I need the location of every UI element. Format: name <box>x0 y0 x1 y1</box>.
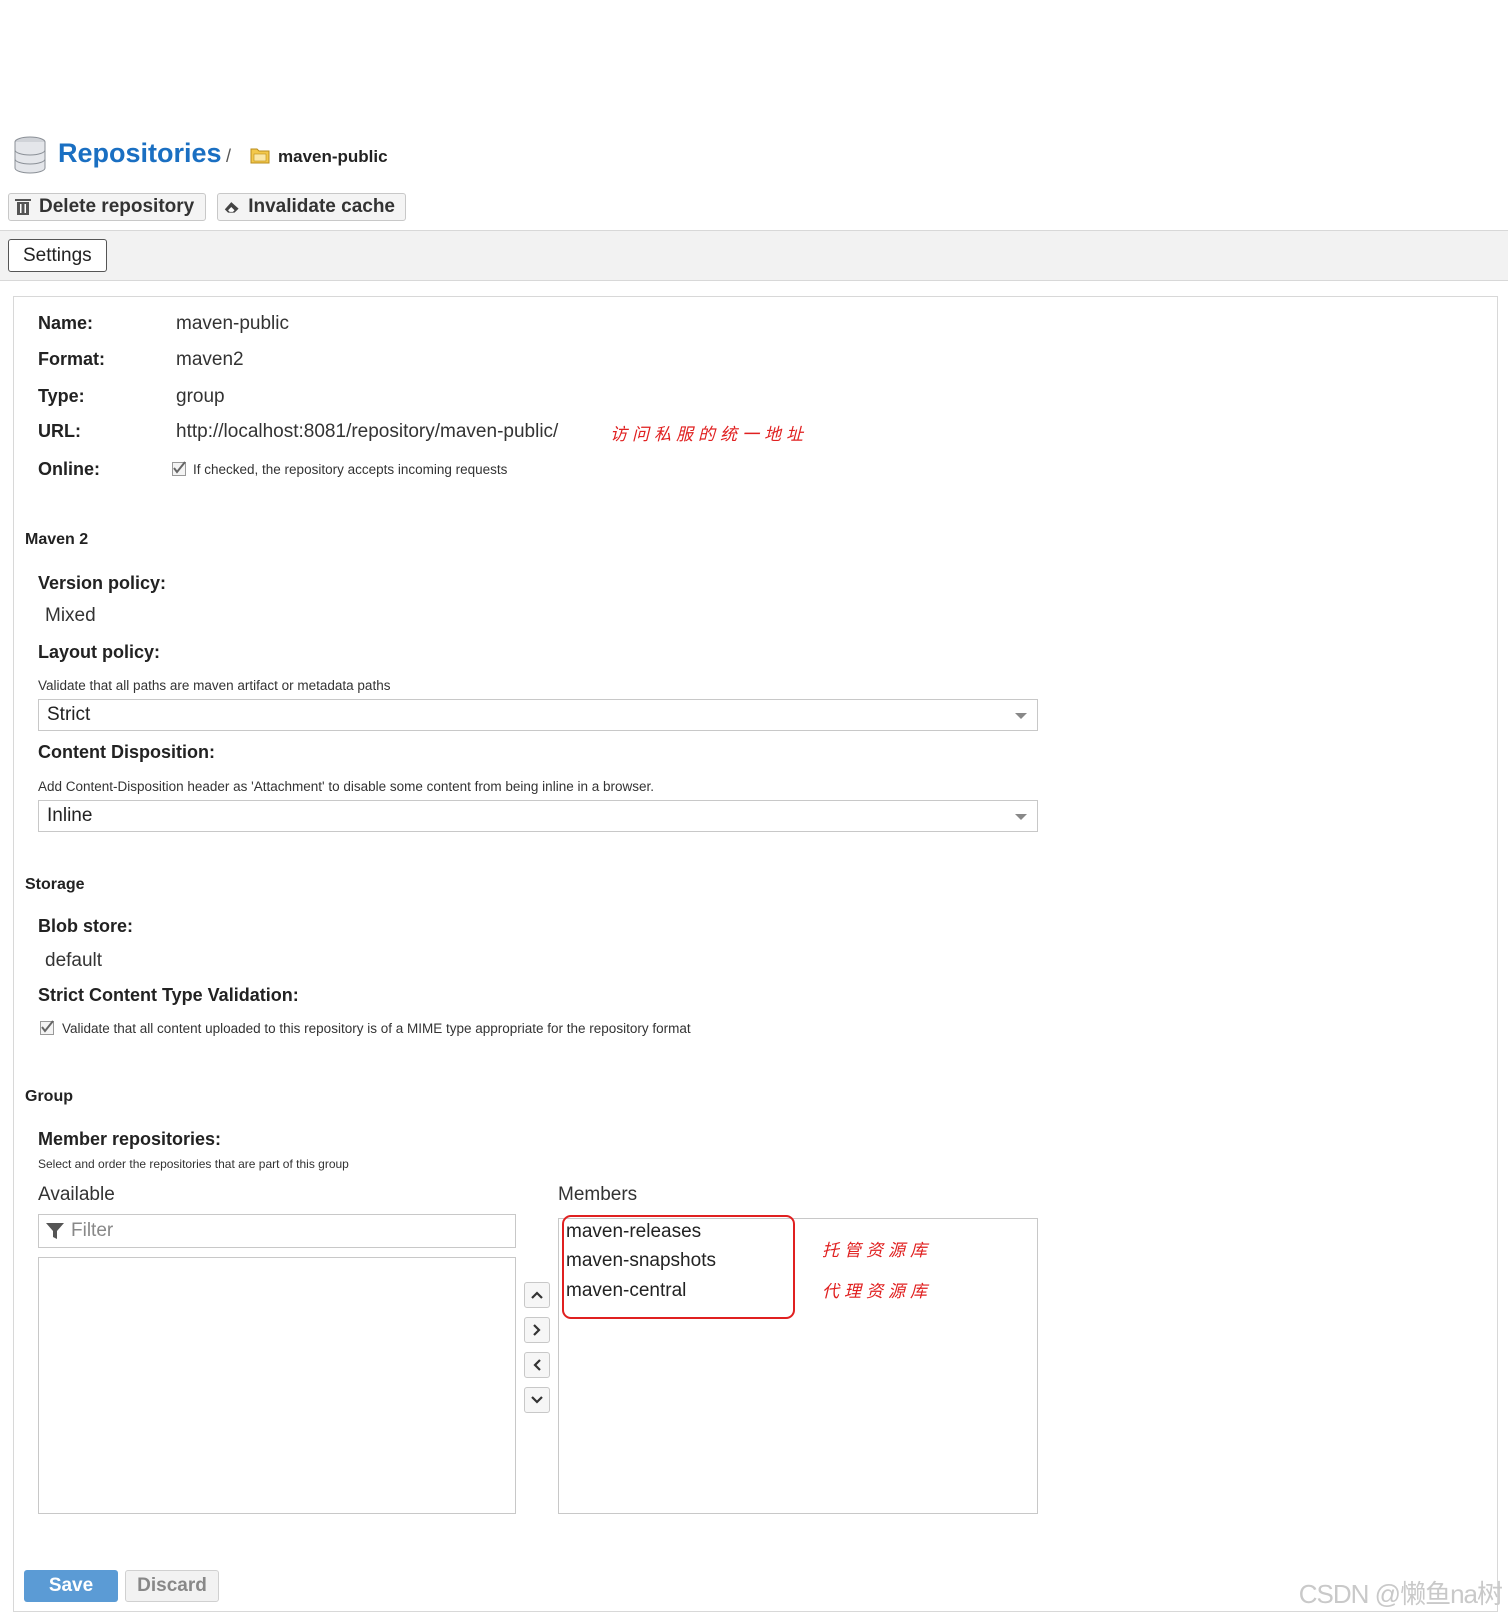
delete-repository-label: Delete repository <box>39 196 195 217</box>
format-label: Format: <box>38 349 105 369</box>
filter-input[interactable]: Filter <box>38 1214 516 1248</box>
name-value: maven-public <box>176 313 289 334</box>
chevron-down-icon <box>531 1396 543 1404</box>
name-label: Name: <box>38 313 94 333</box>
url-annotation: 访问私服的统一地址 <box>610 425 808 445</box>
url-label: URL: <box>38 421 81 441</box>
content-disposition-help: Add Content-Disposition header as 'Attac… <box>38 779 654 794</box>
content-disposition-select[interactable]: Inline <box>38 800 1038 832</box>
layout-policy-select[interactable]: Strict <box>38 699 1038 731</box>
add-member-button[interactable] <box>524 1317 550 1343</box>
database-icon <box>14 136 46 174</box>
checkmark-icon <box>41 1020 54 1033</box>
online-help: If checked, the repository accepts incom… <box>193 462 508 477</box>
save-button[interactable]: Save <box>24 1570 118 1602</box>
layout-policy-value: Strict <box>47 704 91 725</box>
tab-settings[interactable]: Settings <box>8 239 107 272</box>
discard-button[interactable]: Discard <box>125 1570 219 1602</box>
format-value: maven2 <box>176 349 244 370</box>
chevron-up-icon <box>531 1291 543 1299</box>
online-checkbox[interactable] <box>172 461 186 476</box>
strict-content-type-help: Validate that all content uploaded to th… <box>62 1021 691 1036</box>
online-label: Online: <box>38 459 100 479</box>
strict-content-type-checkbox[interactable] <box>40 1020 54 1035</box>
filter-icon <box>46 1223 64 1239</box>
version-policy-label: Version policy: <box>38 573 167 593</box>
watermark: CSDN @懒鱼na树 <box>1298 1579 1503 1609</box>
annotation-hosted: 托管资源库 <box>822 1241 932 1261</box>
chevron-down-icon <box>1015 713 1027 719</box>
version-policy-value: Mixed <box>45 605 96 626</box>
blob-store-label: Blob store: <box>38 916 134 936</box>
available-label: Available <box>38 1184 115 1205</box>
invalidate-cache-label: Invalidate cache <box>248 196 395 217</box>
section-group: Group <box>25 1088 73 1105</box>
layout-policy-label: Layout policy: <box>38 642 161 662</box>
folder-icon <box>250 148 270 164</box>
content-disposition-value: Inline <box>47 805 93 826</box>
strict-content-type-label: Strict Content Type Validation: <box>38 985 299 1005</box>
layout-policy-help: Validate that all paths are maven artifa… <box>38 678 391 693</box>
eraser-icon <box>224 202 239 213</box>
trash-icon <box>15 199 31 215</box>
delete-repository-button[interactable]: Delete repository <box>8 193 206 221</box>
breadcrumb-repositories[interactable]: Repositories <box>58 138 222 169</box>
member-repositories-label: Member repositories: <box>38 1129 222 1149</box>
annotation-proxy: 代理资源库 <box>822 1282 932 1302</box>
content-disposition-label: Content Disposition: <box>38 742 215 762</box>
members-label: Members <box>558 1184 638 1205</box>
tab-bar <box>0 231 1508 281</box>
remove-member-button[interactable] <box>524 1352 550 1378</box>
invalidate-cache-button[interactable]: Invalidate cache <box>217 193 406 221</box>
available-list[interactable] <box>38 1257 516 1514</box>
chevron-left-icon <box>533 1359 541 1371</box>
annotation-highlight-box <box>562 1215 795 1319</box>
member-repositories-help: Select and order the repositories that a… <box>38 1157 349 1171</box>
type-value: group <box>176 386 225 407</box>
chevron-right-icon <box>533 1324 541 1336</box>
move-up-button[interactable] <box>524 1282 550 1308</box>
filter-placeholder: Filter <box>71 1220 114 1241</box>
move-down-button[interactable] <box>524 1387 550 1413</box>
checkmark-icon <box>173 461 186 474</box>
chevron-down-icon <box>1015 814 1027 820</box>
section-maven2: Maven 2 <box>25 531 89 548</box>
blob-store-value: default <box>45 950 103 971</box>
url-value[interactable]: http://localhost:8081/repository/maven-p… <box>176 421 558 443</box>
section-storage: Storage <box>25 876 85 893</box>
breadcrumb-repo-name: maven-public <box>278 147 388 166</box>
breadcrumb-separator: / <box>226 146 232 166</box>
type-label: Type: <box>38 386 85 406</box>
